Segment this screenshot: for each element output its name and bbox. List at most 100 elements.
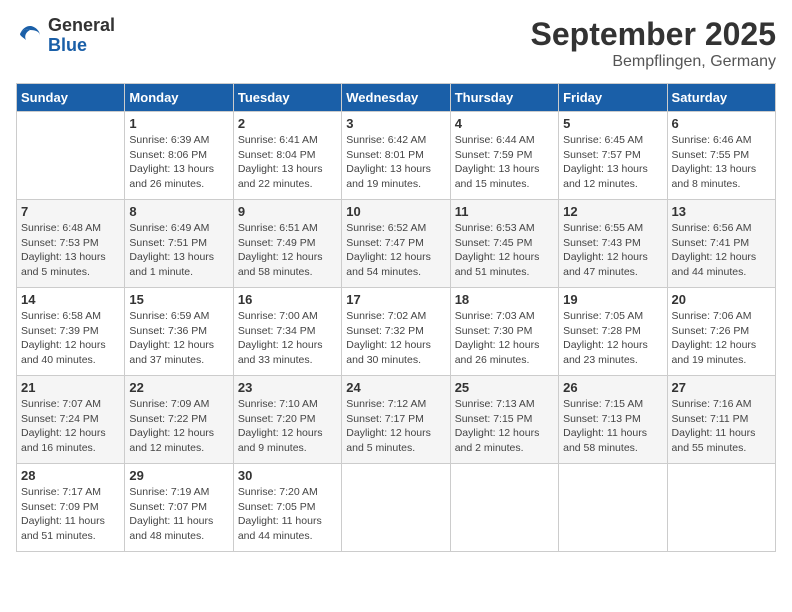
- day-info: Sunrise: 6:45 AM Sunset: 7:57 PM Dayligh…: [563, 133, 662, 192]
- day-cell: 18 Sunrise: 7:03 AM Sunset: 7:30 PM Dayli…: [450, 288, 558, 376]
- day-cell: 27 Sunrise: 7:16 AM Sunset: 7:11 PM Dayli…: [667, 376, 775, 464]
- day-cell: 17Sunrise: 7:02 AM Sunset: 7:32 PM Dayli…: [342, 288, 450, 376]
- day-info: Sunrise: 7:13 AM Sunset: 7:15 PM Dayligh…: [455, 397, 554, 456]
- day-number: 18: [455, 292, 554, 307]
- day-number: 9: [238, 204, 337, 219]
- day-info: Sunrise: 6:59 AM Sunset: 7:36 PM Dayligh…: [129, 309, 228, 368]
- calendar-header: SundayMondayTuesdayWednesdayThursdayFrid…: [17, 84, 776, 112]
- header-day-tuesday: Tuesday: [233, 84, 341, 112]
- day-number: 1: [129, 116, 228, 131]
- day-info: Sunrise: 6:44 AM Sunset: 7:59 PM Dayligh…: [455, 133, 554, 192]
- day-cell: 13 Sunrise: 6:56 AM Sunset: 7:41 PM Dayli…: [667, 200, 775, 288]
- day-cell: [559, 464, 667, 552]
- day-cell: 9 Sunrise: 6:51 AM Sunset: 7:49 PM Daylig…: [233, 200, 341, 288]
- day-info: Sunrise: 7:19 AM Sunset: 7:07 PM Dayligh…: [129, 485, 228, 544]
- day-info: Sunrise: 7:06 AM Sunset: 7:26 PM Dayligh…: [672, 309, 771, 368]
- day-cell: 25 Sunrise: 7:13 AM Sunset: 7:15 PM Dayli…: [450, 376, 558, 464]
- day-info: Sunrise: 7:20 AM Sunset: 7:05 PM Dayligh…: [238, 485, 337, 544]
- day-cell: 14 Sunrise: 6:58 AM Sunset: 7:39 PM Dayli…: [17, 288, 125, 376]
- day-number: 13: [672, 204, 771, 219]
- day-number: 3: [346, 116, 445, 131]
- day-cell: 10 Sunrise: 6:52 AM Sunset: 7:47 PM Dayli…: [342, 200, 450, 288]
- day-number: 21: [21, 380, 120, 395]
- day-number: 24: [346, 380, 445, 395]
- day-number: 16: [238, 292, 337, 307]
- day-cell: 7 Sunrise: 6:48 AM Sunset: 7:53 PM Daylig…: [17, 200, 125, 288]
- header-day-thursday: Thursday: [450, 84, 558, 112]
- day-cell: 16 Sunrise: 7:00 AM Sunset: 7:34 PM Dayli…: [233, 288, 341, 376]
- day-number: 15: [129, 292, 228, 307]
- day-number: 4: [455, 116, 554, 131]
- logo-general: General: [48, 15, 115, 35]
- day-number: 22: [129, 380, 228, 395]
- day-cell: 22 Sunrise: 7:09 AM Sunset: 7:22 PM Dayli…: [125, 376, 233, 464]
- week-row-1: 1 Sunrise: 6:39 AM Sunset: 8:06 PM Daylig…: [17, 112, 776, 200]
- day-cell: 1 Sunrise: 6:39 AM Sunset: 8:06 PM Daylig…: [125, 112, 233, 200]
- day-cell: 3 Sunrise: 6:42 AM Sunset: 8:01 PM Daylig…: [342, 112, 450, 200]
- logo-bird-icon: [16, 22, 44, 50]
- day-cell: 30 Sunrise: 7:20 AM Sunset: 7:05 PM Dayli…: [233, 464, 341, 552]
- day-number: 5: [563, 116, 662, 131]
- day-info: Sunrise: 6:39 AM Sunset: 8:06 PM Dayligh…: [129, 133, 228, 192]
- location: Bempflingen, Germany: [531, 53, 776, 71]
- day-info: Sunrise: 6:42 AM Sunset: 8:01 PM Dayligh…: [346, 133, 445, 192]
- day-number: 10: [346, 204, 445, 219]
- day-cell: 6Sunrise: 6:46 AM Sunset: 7:55 PM Daylig…: [667, 112, 775, 200]
- day-info: Sunrise: 6:58 AM Sunset: 7:39 PM Dayligh…: [21, 309, 120, 368]
- header-day-sunday: Sunday: [17, 84, 125, 112]
- day-number: 25: [455, 380, 554, 395]
- week-row-5: 28 Sunrise: 7:17 AM Sunset: 7:09 PM Dayli…: [17, 464, 776, 552]
- day-info: Sunrise: 6:55 AM Sunset: 7:43 PM Dayligh…: [563, 221, 662, 280]
- day-number: 27: [672, 380, 771, 395]
- day-number: 28: [21, 468, 120, 483]
- day-cell: 12 Sunrise: 6:55 AM Sunset: 7:43 PM Dayli…: [559, 200, 667, 288]
- header-day-wednesday: Wednesday: [342, 84, 450, 112]
- day-info: Sunrise: 7:07 AM Sunset: 7:24 PM Dayligh…: [21, 397, 120, 456]
- day-cell: 8 Sunrise: 6:49 AM Sunset: 7:51 PM Daylig…: [125, 200, 233, 288]
- day-number: 29: [129, 468, 228, 483]
- day-info: Sunrise: 6:52 AM Sunset: 7:47 PM Dayligh…: [346, 221, 445, 280]
- header-day-saturday: Saturday: [667, 84, 775, 112]
- day-number: 23: [238, 380, 337, 395]
- day-number: 12: [563, 204, 662, 219]
- day-number: 30: [238, 468, 337, 483]
- day-info: Sunrise: 6:56 AM Sunset: 7:41 PM Dayligh…: [672, 221, 771, 280]
- header-day-friday: Friday: [559, 84, 667, 112]
- logo-text: General Blue: [48, 16, 115, 56]
- header-row: SundayMondayTuesdayWednesdayThursdayFrid…: [17, 84, 776, 112]
- week-row-2: 7 Sunrise: 6:48 AM Sunset: 7:53 PM Daylig…: [17, 200, 776, 288]
- day-info: Sunrise: 7:17 AM Sunset: 7:09 PM Dayligh…: [21, 485, 120, 544]
- day-info: Sunrise: 6:46 AM Sunset: 7:55 PM Dayligh…: [672, 133, 771, 192]
- day-info: Sunrise: 7:09 AM Sunset: 7:22 PM Dayligh…: [129, 397, 228, 456]
- day-info: Sunrise: 7:00 AM Sunset: 7:34 PM Dayligh…: [238, 309, 337, 368]
- day-info: Sunrise: 6:48 AM Sunset: 7:53 PM Dayligh…: [21, 221, 120, 280]
- day-cell: 4 Sunrise: 6:44 AM Sunset: 7:59 PM Daylig…: [450, 112, 558, 200]
- day-info: Sunrise: 7:05 AM Sunset: 7:28 PM Dayligh…: [563, 309, 662, 368]
- day-number: 7: [21, 204, 120, 219]
- day-cell: 28 Sunrise: 7:17 AM Sunset: 7:09 PM Dayli…: [17, 464, 125, 552]
- day-info: Sunrise: 6:49 AM Sunset: 7:51 PM Dayligh…: [129, 221, 228, 280]
- day-cell: 20 Sunrise: 7:06 AM Sunset: 7:26 PM Dayli…: [667, 288, 775, 376]
- day-cell: 2Sunrise: 6:41 AM Sunset: 8:04 PM Daylig…: [233, 112, 341, 200]
- day-number: 14: [21, 292, 120, 307]
- week-row-4: 21 Sunrise: 7:07 AM Sunset: 7:24 PM Dayli…: [17, 376, 776, 464]
- day-cell: [667, 464, 775, 552]
- logo: General Blue: [16, 16, 115, 56]
- day-info: Sunrise: 7:10 AM Sunset: 7:20 PM Dayligh…: [238, 397, 337, 456]
- week-row-3: 14 Sunrise: 6:58 AM Sunset: 7:39 PM Dayli…: [17, 288, 776, 376]
- title-block: September 2025 Bempflingen, Germany: [531, 16, 776, 71]
- day-number: 17: [346, 292, 445, 307]
- day-number: 8: [129, 204, 228, 219]
- day-number: 20: [672, 292, 771, 307]
- calendar-body: 1 Sunrise: 6:39 AM Sunset: 8:06 PM Daylig…: [17, 112, 776, 552]
- day-cell: 26Sunrise: 7:15 AM Sunset: 7:13 PM Dayli…: [559, 376, 667, 464]
- day-cell: [450, 464, 558, 552]
- day-cell: 15 Sunrise: 6:59 AM Sunset: 7:36 PM Dayli…: [125, 288, 233, 376]
- day-info: Sunrise: 7:16 AM Sunset: 7:11 PM Dayligh…: [672, 397, 771, 456]
- day-info: Sunrise: 6:53 AM Sunset: 7:45 PM Dayligh…: [455, 221, 554, 280]
- day-cell: [17, 112, 125, 200]
- day-info: Sunrise: 7:03 AM Sunset: 7:30 PM Dayligh…: [455, 309, 554, 368]
- day-info: Sunrise: 6:51 AM Sunset: 7:49 PM Dayligh…: [238, 221, 337, 280]
- day-cell: 21 Sunrise: 7:07 AM Sunset: 7:24 PM Dayli…: [17, 376, 125, 464]
- day-cell: 29 Sunrise: 7:19 AM Sunset: 7:07 PM Dayli…: [125, 464, 233, 552]
